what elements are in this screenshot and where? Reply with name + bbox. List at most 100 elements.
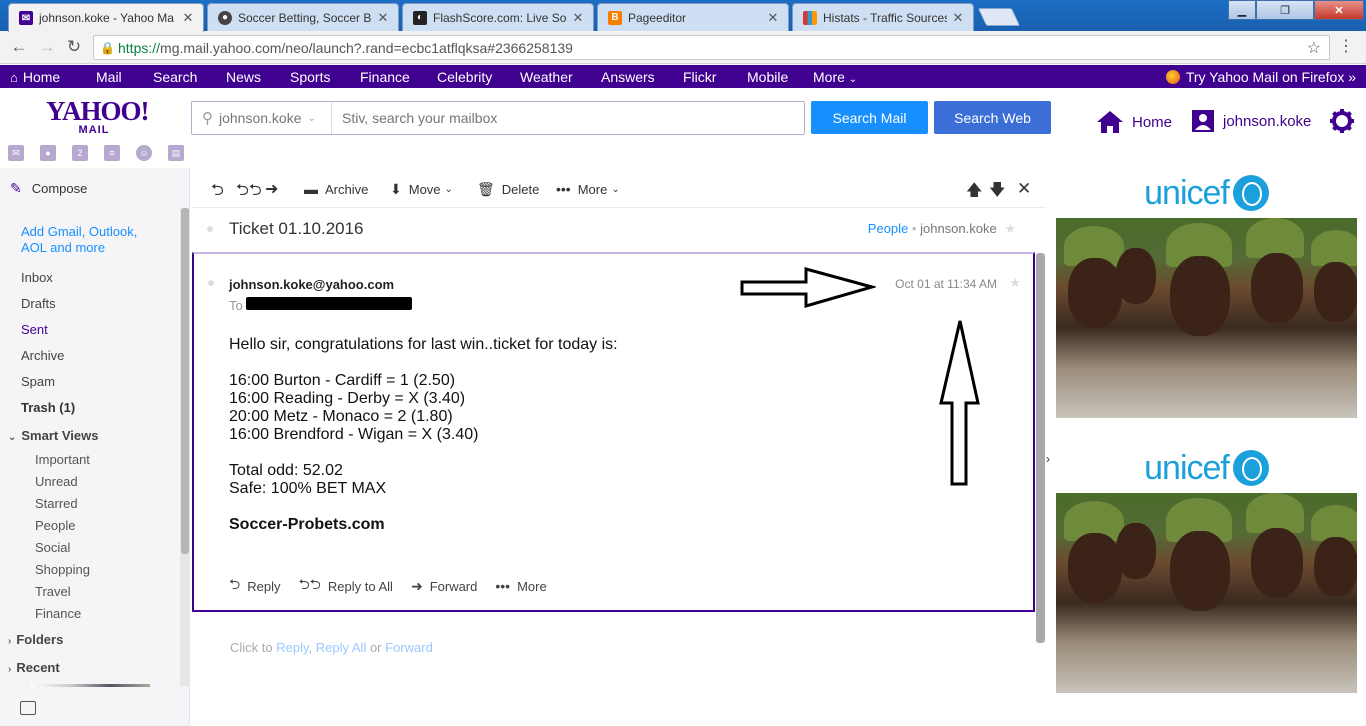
- quick-reply-link[interactable]: Reply: [276, 640, 308, 655]
- star-icon[interactable]: ★: [1004, 221, 1016, 236]
- folder-trash[interactable]: Trash (1): [21, 400, 75, 415]
- smart-view-starred[interactable]: Starred: [35, 496, 78, 511]
- unicef-globe-icon: [1232, 450, 1269, 486]
- reading-pane-scrollbar[interactable]: [1036, 253, 1045, 643]
- header-user-link[interactable]: johnson.koke: [1192, 110, 1311, 132]
- unicef-ad-top[interactable]: unicef: [1056, 168, 1357, 418]
- forward-arrow-icon[interactable]: →: [36, 37, 58, 57]
- unicef-ad-bottom[interactable]: unicef: [1056, 443, 1357, 693]
- star-icon[interactable]: ★: [1009, 275, 1021, 291]
- folder-archive[interactable]: Archive: [21, 348, 64, 363]
- smart-view-finance[interactable]: Finance: [35, 606, 81, 621]
- move-button[interactable]: ⬇ Move ⌄: [390, 181, 453, 198]
- close-tab-icon[interactable]: ✕: [181, 10, 195, 26]
- smart-view-shopping[interactable]: Shopping: [35, 562, 90, 577]
- add-accounts-link[interactable]: Add Gmail, Outlook, AOL and more: [21, 224, 161, 256]
- reload-icon[interactable]: ↻: [63, 37, 85, 57]
- smart-view-unread[interactable]: Unread: [35, 474, 78, 489]
- close-tab-icon[interactable]: ✕: [571, 10, 585, 26]
- minimize-window-icon[interactable]: ▁: [1228, 0, 1256, 20]
- browser-menu-icon[interactable]: ⋮: [1338, 36, 1354, 58]
- reply-arrow-icon[interactable]: ⮌: [211, 179, 224, 206]
- sender-address[interactable]: johnson.koke@yahoo.com: [229, 277, 394, 292]
- more-actions-button[interactable]: ••• More ⌄: [556, 181, 620, 197]
- compose-button[interactable]: ✎ Compose: [10, 180, 87, 197]
- settings-gear-icon[interactable]: [1329, 108, 1355, 134]
- browser-tab-pageeditor[interactable]: B Pageeditor ✕: [597, 3, 789, 31]
- folders-toggle[interactable]: › Folders: [8, 632, 63, 647]
- chevron-right-icon: ›: [8, 636, 12, 647]
- nav-home[interactable]: ⌂ Home: [10, 69, 60, 85]
- close-tab-icon[interactable]: ✕: [766, 10, 780, 26]
- bookmark-star-icon[interactable]: ☆: [1307, 38, 1321, 58]
- header-home-link[interactable]: Home: [1096, 110, 1172, 134]
- nav-mobile[interactable]: Mobile: [747, 69, 788, 85]
- nav-answers[interactable]: Answers: [601, 69, 655, 85]
- delete-button[interactable]: 🗑 Delete: [477, 181, 539, 198]
- browser-tab-flashscore[interactable]: ◐ FlashScore.com: Live Soc ✕: [402, 3, 594, 31]
- search-mail-button[interactable]: Search Mail: [811, 101, 928, 134]
- recent-toggle[interactable]: › Recent: [8, 660, 60, 675]
- nav-weather[interactable]: Weather: [520, 69, 573, 85]
- smart-view-important[interactable]: Important: [35, 452, 90, 467]
- mail-app-icon[interactable]: ✉: [8, 145, 24, 161]
- calendar-app-icon[interactable]: 2: [72, 145, 88, 161]
- nav-news[interactable]: News: [226, 69, 261, 85]
- smart-view-travel[interactable]: Travel: [35, 584, 71, 599]
- restore-window-icon[interactable]: ❐: [1256, 0, 1314, 20]
- search-web-button[interactable]: Search Web: [934, 101, 1051, 134]
- yahoo-top-nav: ⌂ Home Mail Search News Sports Finance Ce…: [0, 65, 1366, 88]
- folder-sent[interactable]: Sent: [21, 322, 48, 337]
- reply-all-arrow-icon[interactable]: ⮌⮌: [236, 179, 262, 206]
- yahoo-mail-logo[interactable]: YAHOO! MAIL: [46, 98, 150, 137]
- forward-button[interactable]: ➜ Forward: [411, 574, 477, 598]
- archive-button[interactable]: ▬ Archive: [304, 181, 368, 197]
- close-message-icon[interactable]: ✕: [1017, 179, 1031, 199]
- folder-spam[interactable]: Spam: [21, 374, 55, 389]
- folder-drafts[interactable]: Drafts: [21, 296, 56, 311]
- newsfeed-app-icon[interactable]: ▤: [168, 145, 184, 161]
- forward-arrow-icon[interactable]: ➜: [265, 179, 278, 199]
- quick-forward-link[interactable]: Forward: [385, 640, 433, 655]
- search-input[interactable]: [342, 103, 804, 133]
- image-icon[interactable]: [20, 701, 36, 715]
- read-status-dot[interactable]: [207, 226, 213, 232]
- close-window-icon[interactable]: ✕: [1314, 0, 1364, 20]
- quick-reply-all-link[interactable]: Reply All: [316, 640, 367, 655]
- back-arrow-icon[interactable]: ←: [8, 37, 30, 57]
- sidebar-scrollbar[interactable]: [181, 208, 189, 554]
- read-status-dot[interactable]: [208, 280, 214, 286]
- reply-button[interactable]: ⮌ Reply: [229, 574, 280, 598]
- nav-finance[interactable]: Finance: [360, 69, 410, 85]
- nav-search[interactable]: Search: [153, 69, 197, 85]
- smart-views-toggle[interactable]: ⌄ Smart Views: [8, 428, 98, 443]
- reply-all-button[interactable]: ⮌⮌ Reply to All: [298, 574, 392, 598]
- nav-mail[interactable]: Mail: [96, 69, 122, 85]
- browser-tab-histats[interactable]: Histats - Traffic Sources f ✕: [792, 3, 974, 31]
- new-tab-button[interactable]: [977, 8, 1021, 26]
- nav-more[interactable]: More ⌄: [813, 69, 857, 85]
- previous-message-icon[interactable]: 🡅: [966, 179, 982, 206]
- more-button[interactable]: ••• More: [495, 574, 546, 598]
- chevron-down-icon: ⌄: [307, 112, 316, 124]
- nav-flickr[interactable]: Flickr: [683, 69, 716, 85]
- search-scope-dropdown[interactable]: ⚲ johnson.koke ⌄: [192, 102, 332, 134]
- people-link[interactable]: People: [868, 221, 908, 236]
- firefox-promo-link[interactable]: Try Yahoo Mail on Firefox »: [1165, 69, 1356, 85]
- nav-sports[interactable]: Sports: [290, 69, 330, 85]
- chevron-right-icon[interactable]: ›: [1046, 452, 1050, 466]
- smart-view-people[interactable]: People: [35, 518, 75, 533]
- address-bar[interactable]: 🔒 https://mg.mail.yahoo.com/neo/launch?.…: [93, 35, 1330, 60]
- browser-tab-yahoo[interactable]: ✉ johnson.koke - Yahoo Ma ✕: [8, 3, 204, 32]
- nav-celebrity[interactable]: Celebrity: [437, 69, 492, 85]
- smart-view-social[interactable]: Social: [35, 540, 70, 555]
- forward-arrow-icon: ➜: [410, 577, 423, 594]
- contacts-app-icon[interactable]: ●: [40, 145, 56, 161]
- notepad-app-icon[interactable]: ≡: [104, 145, 120, 161]
- close-tab-icon[interactable]: ✕: [951, 10, 965, 26]
- folder-inbox[interactable]: Inbox: [21, 270, 53, 285]
- close-tab-icon[interactable]: ✕: [376, 10, 390, 26]
- messenger-app-icon[interactable]: ☺: [136, 145, 152, 161]
- browser-tab-soccer-betting[interactable]: ● Soccer Betting, Soccer Be ✕: [207, 3, 399, 31]
- next-message-icon[interactable]: 🡇: [989, 179, 1005, 206]
